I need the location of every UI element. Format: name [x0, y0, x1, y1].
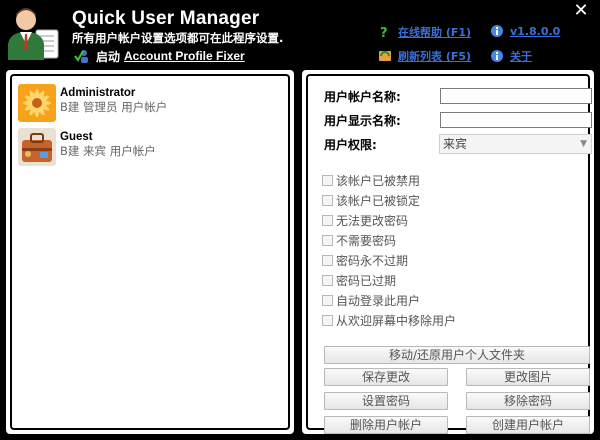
checkbox-auto-login[interactable]: 自动登录此用户 [322, 292, 420, 308]
checkbox-box[interactable] [322, 194, 333, 206]
refresh-list-link[interactable]: 刷新列表 (F5) [378, 48, 471, 64]
flower-icon [18, 84, 56, 122]
startup-label: 启动 [96, 49, 121, 64]
change-picture-button[interactable]: 更改图片 [466, 368, 590, 386]
user-description: B建 来宾 用户帐户 [60, 144, 156, 158]
checkbox-hide-from-welcome[interactable]: 从欢迎屏幕中移除用户 [322, 312, 456, 328]
user-settings-form: 用户帐户名称: 用户显示名称: 用户权限: 来宾 ▼ 该帐户已被禁用 该帐户已被… [306, 74, 592, 434]
user-text: Guest B建 来宾 用户帐户 [60, 128, 156, 168]
user-item-guest[interactable]: Guest B建 来宾 用户帐户 [18, 128, 288, 168]
move-restore-folder-button[interactable]: 移动/还原用户个人文件夹 [324, 346, 590, 364]
delete-account-button[interactable]: 删除用户帐户 [324, 416, 448, 434]
user-manager-app-icon [8, 8, 59, 60]
account-profile-fixer-link[interactable]: Account Profile Fixer [124, 49, 245, 63]
info-icon [491, 25, 503, 37]
account-name-input[interactable] [440, 88, 592, 104]
svg-text:?: ? [380, 26, 388, 39]
help-icon: ? [380, 26, 388, 39]
checkbox-account-locked[interactable]: 该帐户已被锁定 [322, 192, 420, 208]
user-text: Administrator B建 管理员 用户帐户 [60, 84, 167, 124]
chevron-down-icon: ▼ [580, 139, 587, 149]
display-name-label: 用户显示名称: [324, 114, 401, 128]
checkbox-box[interactable] [322, 234, 333, 246]
checkbox-box[interactable] [322, 274, 333, 286]
set-password-button[interactable]: 设置密码 [324, 392, 448, 410]
permission-select[interactable]: 来宾 ▼ [439, 134, 592, 154]
remove-password-button[interactable]: 移除密码 [466, 392, 590, 410]
save-changes-button[interactable]: 保存更改 [324, 368, 448, 386]
checkbox-box[interactable] [322, 254, 333, 266]
permission-label: 用户权限: [324, 138, 377, 152]
app-subtitle: 所有用户帐户设置选项都可在此程序设置. [72, 31, 284, 45]
user-settings-panel: 用户帐户名称: 用户显示名称: 用户权限: 来宾 ▼ 该帐户已被禁用 该帐户已被… [300, 68, 596, 436]
startup-row: 启动 Account Profile Fixer [74, 47, 245, 65]
display-name-input[interactable] [440, 112, 592, 128]
online-help-link[interactable]: ? 在线帮助 (F1) [378, 24, 471, 40]
user-name: Administrator [60, 87, 136, 99]
checkbox-box[interactable] [322, 174, 333, 186]
create-account-button[interactable]: 创建用户帐户 [466, 416, 590, 434]
checkbox-password-expired[interactable]: 密码已过期 [322, 272, 396, 288]
info-icon [491, 50, 503, 62]
refresh-icon [379, 51, 391, 61]
user-description: B建 管理员 用户帐户 [60, 100, 168, 114]
close-button[interactable]: ✕ [572, 2, 590, 20]
checkbox-password-never-expires[interactable]: 密码永不过期 [322, 252, 408, 268]
permission-selected-value: 来宾 [443, 137, 468, 151]
version-link[interactable]: v1.8.0.0 [490, 24, 560, 38]
checkbox-account-disabled[interactable]: 该帐户已被禁用 [322, 172, 420, 188]
briefcase-icon [18, 128, 56, 166]
header: Quick User Manager 所有用户帐户设置选项都可在此程序设置. 启… [0, 0, 600, 68]
checkbox-cannot-change-password[interactable]: 无法更改密码 [322, 212, 408, 228]
app-title: Quick User Manager [72, 8, 260, 29]
user-name: Guest [60, 131, 93, 143]
checkbox-no-password-required[interactable]: 不需要密码 [322, 232, 396, 248]
about-link[interactable]: 关于 [490, 48, 532, 64]
checkbox-box[interactable] [322, 314, 333, 326]
user-list[interactable]: Administrator B建 管理员 用户帐户 Guest B建 来宾 用户… [10, 74, 290, 430]
checkbox-box[interactable] [322, 214, 333, 226]
check-user-icon [74, 50, 88, 63]
account-name-label: 用户帐户名称: [324, 90, 401, 104]
user-list-panel: Administrator B建 管理员 用户帐户 Guest B建 来宾 用户… [4, 68, 296, 436]
checkbox-box[interactable] [322, 294, 333, 306]
user-item-administrator[interactable]: Administrator B建 管理员 用户帐户 [18, 84, 288, 124]
